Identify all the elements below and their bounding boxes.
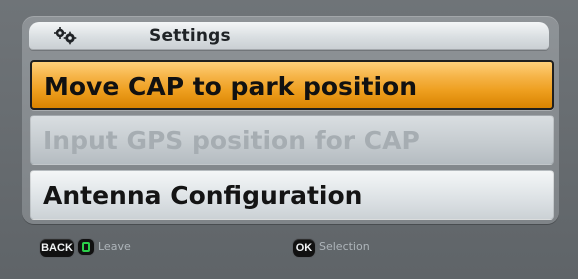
- menu-item-move-cap-park[interactable]: Move CAP to park position: [30, 60, 554, 110]
- menu-item-antenna-configuration[interactable]: Antenna Configuration: [30, 170, 554, 220]
- settings-header: Settings: [29, 22, 549, 50]
- settings-panel: Settings Move CAP to park position Input…: [22, 16, 559, 224]
- gear-icon: [53, 27, 79, 45]
- back-button[interactable]: BACK: [39, 238, 75, 258]
- selection-label: Selection: [319, 240, 370, 253]
- footer-help: BACK Leave OK Selection: [0, 234, 578, 262]
- leave-label: Leave: [98, 240, 131, 253]
- leave-icon: [77, 238, 95, 256]
- ok-button[interactable]: OK: [292, 238, 316, 258]
- menu-item-input-gps-position: Input GPS position for CAP: [30, 115, 554, 165]
- page-title: Settings: [149, 26, 231, 46]
